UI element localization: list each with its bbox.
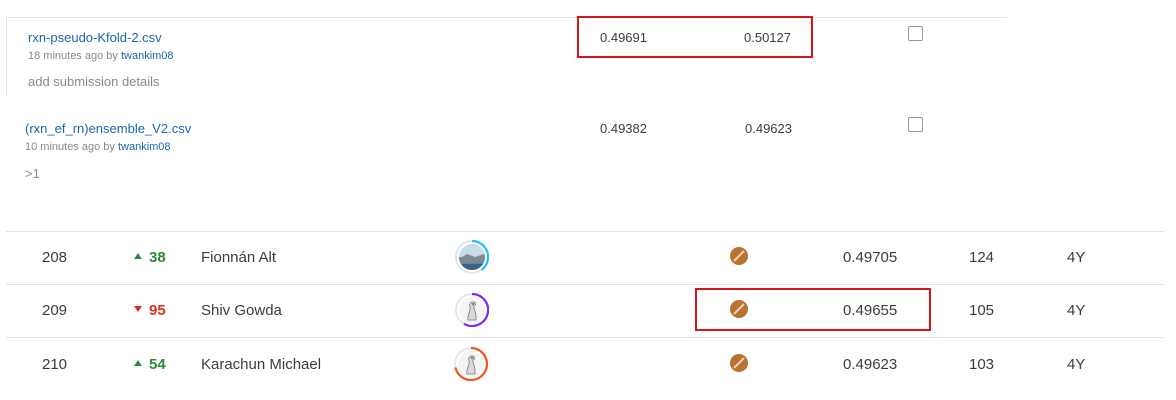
score: 0.49623 (843, 356, 898, 373)
row-divider (6, 231, 1164, 232)
row-divider (6, 284, 1164, 285)
submission-details: >1 (25, 166, 40, 181)
highlight-box (577, 16, 813, 58)
arrow-up-icon (134, 253, 142, 260)
row-divider (6, 337, 1164, 338)
use-for-final-checkbox[interactable] (908, 26, 923, 41)
submission-file-link[interactable]: rxn-pseudo-Kfold-2.csv (28, 30, 162, 45)
rank-change-value: 54 (149, 356, 166, 373)
top-divider (6, 17, 1006, 18)
rank-change: 54 (134, 356, 166, 373)
last-submission: 4Y (1067, 302, 1086, 319)
rank: 210 (42, 356, 68, 373)
rank: 208 (42, 249, 68, 266)
submission-file-link[interactable]: (rxn_ef_rn)ensemble_V2.csv (25, 121, 191, 136)
submission-time: 18 minutes ago by (28, 50, 118, 62)
rank-change-value: 95 (149, 302, 166, 319)
submission-time: 10 minutes ago by (25, 141, 115, 153)
rank-change: 38 (134, 249, 166, 266)
submission-user-link[interactable]: twankim08 (118, 141, 171, 153)
avatar[interactable] (454, 347, 488, 381)
team-name-link[interactable]: Fionnán Alt (201, 249, 276, 266)
use-for-final-checkbox[interactable] (908, 117, 923, 132)
team-name-link[interactable]: Shiv Gowda (201, 302, 282, 319)
score: 0.49705 (843, 249, 898, 266)
rank: 209 (42, 302, 68, 319)
submission-user-link[interactable]: twankim08 (121, 50, 174, 62)
bronze-medal-icon (730, 354, 748, 372)
avatar[interactable] (455, 240, 489, 274)
submission-meta: 18 minutes ago by twankim08 (28, 50, 174, 62)
entries: 105 (969, 302, 995, 319)
bronze-medal-icon (730, 247, 748, 265)
add-submission-details-link[interactable]: add submission details (28, 74, 160, 89)
entries: 124 (969, 249, 995, 266)
private-score: 0.49382 (600, 121, 647, 136)
avatar[interactable] (455, 293, 489, 327)
highlight-box (695, 288, 931, 331)
last-submission: 4Y (1067, 249, 1086, 266)
submission-meta: 10 minutes ago by twankim08 (25, 141, 171, 153)
rank-change: 95 (134, 302, 166, 319)
rank-change-value: 38 (149, 249, 166, 266)
entries: 103 (969, 356, 995, 373)
arrow-down-icon (134, 306, 142, 313)
last-submission: 4Y (1067, 356, 1086, 373)
arrow-up-icon (134, 360, 142, 367)
team-name-link[interactable]: Karachun Michael (201, 356, 321, 373)
left-edge-line (6, 17, 7, 95)
public-score: 0.49623 (745, 121, 792, 136)
